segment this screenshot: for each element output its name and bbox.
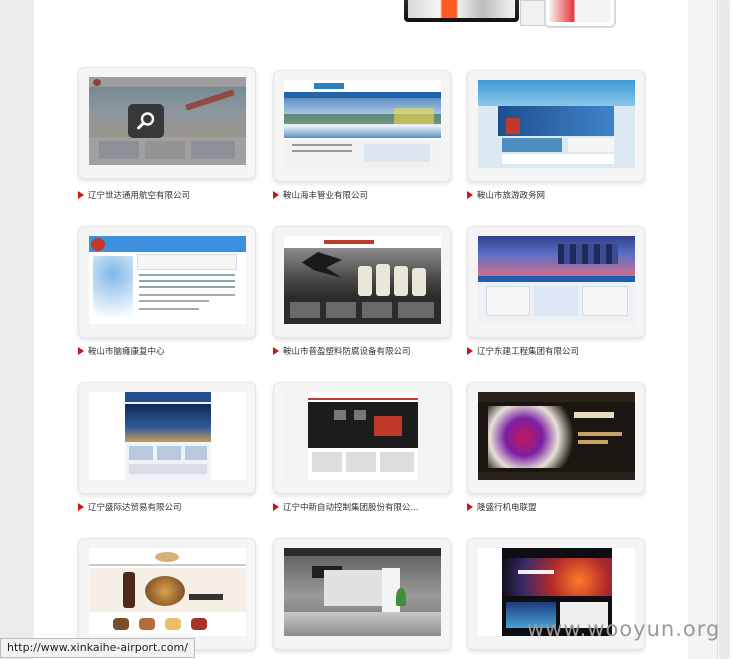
portfolio-card[interactable]	[467, 70, 645, 182]
zoom-button[interactable]	[128, 104, 164, 138]
portfolio-caption[interactable]: 鞍山海丰管业有限公司	[273, 189, 463, 203]
triangle-bullet-icon	[273, 191, 279, 199]
triangle-bullet-icon	[467, 347, 473, 355]
portfolio-thumbnail[interactable]	[89, 548, 246, 636]
triangle-bullet-icon	[78, 191, 84, 199]
portfolio-title[interactable]: 隆盛行机电联盟	[477, 503, 537, 513]
triangle-bullet-icon	[467, 503, 473, 511]
portfolio-card[interactable]	[78, 226, 256, 338]
portfolio-title[interactable]: 鞍山海丰管业有限公司	[283, 191, 368, 201]
scrollbar[interactable]	[717, 0, 731, 659]
portfolio-title[interactable]: 鞍山市旅游政务网	[477, 191, 545, 201]
portfolio-caption[interactable]: 鞍山市旅游政务网	[467, 189, 657, 203]
search-icon	[137, 112, 155, 130]
portfolio-card[interactable]	[273, 226, 451, 338]
hero-monitor-image	[404, 0, 519, 22]
portfolio-title[interactable]: 鞍山市脑瘫康复中心	[88, 347, 165, 357]
portfolio-caption[interactable]: 辽宁盛际达贸易有限公司	[78, 501, 268, 515]
portfolio-thumbnail[interactable]	[478, 80, 635, 168]
hover-overlay	[89, 77, 246, 165]
hero-laptop-image	[544, 0, 616, 28]
triangle-bullet-icon	[78, 347, 84, 355]
triangle-bullet-icon	[273, 347, 279, 355]
portfolio-thumbnail[interactable]	[89, 77, 246, 165]
portfolio-thumbnail[interactable]	[478, 236, 635, 324]
scrollbar-thumb[interactable]	[719, 0, 729, 659]
portfolio-card[interactable]	[78, 382, 256, 494]
portfolio-card[interactable]	[78, 67, 256, 179]
portfolio-card[interactable]	[273, 70, 451, 182]
portfolio-card[interactable]	[273, 382, 451, 494]
portfolio-caption[interactable]: 鞍山市脑瘫康复中心	[78, 345, 268, 359]
portfolio-caption[interactable]: 辽宁中新自动控制集团股份有限公...	[273, 501, 463, 515]
portfolio-title[interactable]: 辽宁东建工程集团有限公司	[477, 347, 579, 357]
portfolio-thumbnail[interactable]	[284, 236, 441, 324]
portfolio-title[interactable]: 鞍山市普盈塑料防腐设备有限公司	[283, 347, 411, 357]
portfolio-caption[interactable]: 辽宁东建工程集团有限公司	[467, 345, 657, 359]
portfolio-card[interactable]	[467, 226, 645, 338]
portfolio-card[interactable]	[273, 538, 451, 650]
portfolio-title[interactable]: 辽宁盛际达贸易有限公司	[88, 503, 182, 513]
portfolio-thumbnail[interactable]	[284, 548, 441, 636]
status-bar-url: http://www.xinkaihe-airport.com/	[0, 638, 195, 658]
watermark: www.wooyun.org	[527, 617, 721, 641]
portfolio-thumbnail[interactable]	[478, 392, 635, 480]
portfolio-thumbnail[interactable]	[284, 392, 441, 480]
portfolio-caption[interactable]: 隆盛行机电联盟	[467, 501, 657, 515]
triangle-bullet-icon	[78, 503, 84, 511]
portfolio-title[interactable]: 辽宁世达通用航空有限公司	[88, 191, 190, 201]
portfolio-title[interactable]: 辽宁中新自动控制集团股份有限公...	[283, 503, 419, 513]
portfolio-caption[interactable]: 鞍山市普盈塑料防腐设备有限公司	[273, 345, 463, 359]
triangle-bullet-icon	[467, 191, 473, 199]
portfolio-card[interactable]	[467, 382, 645, 494]
portfolio-thumbnail[interactable]	[89, 392, 246, 480]
hero-banner-image	[404, 0, 619, 30]
portfolio-thumbnail[interactable]	[284, 80, 441, 168]
triangle-bullet-icon	[273, 503, 279, 511]
portfolio-card[interactable]	[78, 538, 256, 650]
portfolio-caption[interactable]: 辽宁世达通用航空有限公司	[78, 189, 268, 203]
portfolio-thumbnail[interactable]	[89, 236, 246, 324]
